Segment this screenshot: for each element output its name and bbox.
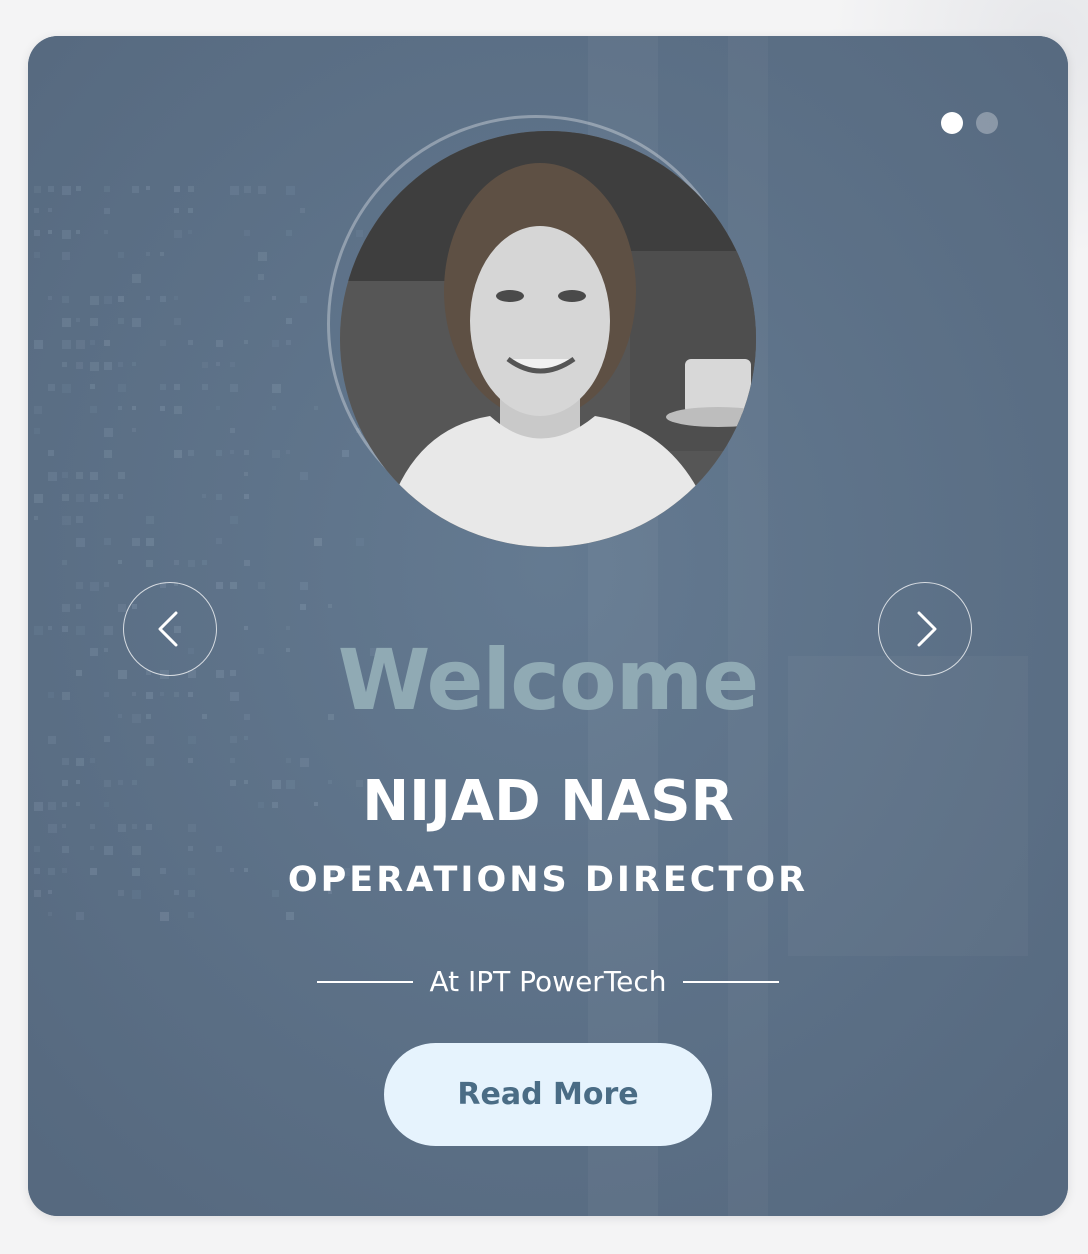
company-name: At IPT PowerTech xyxy=(429,965,667,998)
slide-dot-2[interactable] xyxy=(976,112,998,134)
company-line: At IPT PowerTech xyxy=(28,962,1068,1002)
slide-dot-1[interactable] xyxy=(941,112,963,134)
divider-right xyxy=(682,981,779,983)
person-role: OPERATIONS DIRECTOR xyxy=(287,860,809,900)
person-name: NIJAD NASR xyxy=(362,769,734,834)
divider-left xyxy=(317,981,414,983)
welcome-heading: Welcome xyxy=(337,631,759,729)
profile-slide-card: Welcome NIJAD NASR OPERATIONS DIRECTOR A… xyxy=(28,36,1068,1216)
avatar xyxy=(340,131,756,547)
slide-indicator xyxy=(941,112,998,134)
read-more-button[interactable]: Read More xyxy=(384,1043,712,1146)
